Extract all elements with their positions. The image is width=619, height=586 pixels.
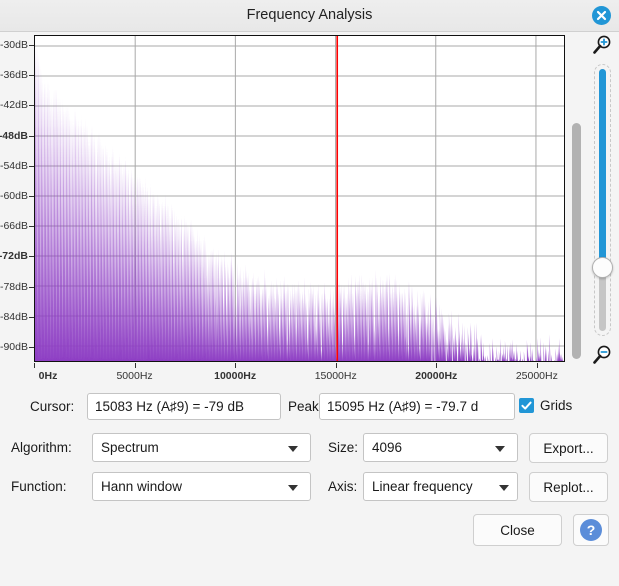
slider-handle[interactable]	[592, 257, 613, 278]
slider-fill	[599, 69, 606, 269]
x-axis-tick	[335, 363, 337, 368]
x-axis-tick-label: 0Hz	[38, 370, 58, 382]
slider-groove	[599, 69, 606, 331]
axis-label: Axis:	[328, 479, 358, 494]
function-label: Function:	[11, 479, 67, 494]
spectrum-area	[35, 44, 564, 361]
readout-row: Cursor: 15083 Hz (A♯9) = -79 dB Peak: 15…	[0, 393, 619, 421]
function-value: Hann window	[101, 479, 183, 494]
y-axis-tick-label: -30dB	[0, 39, 28, 52]
axis-value: Linear frequency	[372, 479, 473, 494]
help-icon: ?	[580, 519, 602, 541]
grids-label: Grids	[540, 398, 573, 413]
size-label: Size:	[328, 440, 359, 455]
y-axis-tick-label: -84dB	[0, 310, 28, 323]
x-axis-tick	[436, 363, 438, 368]
x-axis-tick-label: 10000Hz	[214, 370, 257, 382]
algorithm-label: Algorithm:	[11, 440, 72, 455]
window-title: Frequency Analysis	[246, 7, 373, 23]
plot-vertical-scrollbar[interactable]	[569, 35, 583, 362]
y-axis-tick-label: -66dB	[0, 220, 28, 233]
chevron-down-icon	[499, 484, 509, 491]
spectrum-svg	[35, 36, 564, 361]
x-axis-tick-label: 5000Hz	[116, 370, 153, 382]
spectrum-plot[interactable]	[34, 35, 565, 362]
x-axis-tick-label: 25000Hz	[515, 370, 558, 382]
chevron-down-icon	[288, 445, 298, 452]
close-circle-icon[interactable]	[592, 6, 611, 25]
x-axis-tick	[536, 363, 538, 368]
cursor-value-field[interactable]: 15083 Hz (A♯9) = -79 dB	[87, 393, 281, 420]
function-select[interactable]: Hann window	[92, 472, 311, 501]
x-axis-tick-label: 15000Hz	[314, 370, 357, 382]
cursor-label: Cursor:	[30, 399, 75, 414]
y-axis-tick-label: -78dB	[0, 280, 28, 293]
y-axis-tick-label: -90dB	[0, 340, 28, 353]
x-axis-tick	[235, 363, 237, 368]
size-select[interactable]: 4096	[363, 433, 518, 462]
chevron-down-icon	[288, 484, 298, 491]
algorithm-row: Algorithm: Spectrum Size: 4096 Export...	[0, 433, 619, 463]
dialog-button-row: Close ?	[0, 514, 619, 546]
x-axis-labels: 0Hz 5000Hz 10000Hz 15000Hz 20000Hz 25000Hz	[34, 363, 565, 387]
axis-select[interactable]: Linear frequency	[363, 472, 518, 501]
y-axis-labels: -30dB -36dB -42dB -48dB -54dB -60dB -66dB -72dB…	[0, 35, 34, 362]
close-button[interactable]: Close	[473, 514, 562, 546]
peak-label: Peak:	[288, 399, 323, 414]
magnifier-minus-icon[interactable]	[591, 344, 613, 366]
x-axis-tick	[134, 363, 136, 368]
plot-gridlines	[35, 36, 564, 361]
chevron-down-icon	[495, 445, 505, 452]
x-axis-tick	[34, 363, 35, 368]
algorithm-value: Spectrum	[101, 440, 159, 455]
y-axis-tick-label: -60dB	[0, 189, 28, 202]
scrollbar-thumb[interactable]	[572, 123, 581, 359]
y-axis-tick-label: -54dB	[0, 159, 28, 172]
y-axis-tick-label: -72dB	[0, 250, 28, 263]
y-axis-tick-label: -36dB	[0, 69, 28, 82]
zoom-slider-column	[586, 32, 619, 368]
algorithm-select[interactable]: Spectrum	[92, 433, 311, 462]
export-button[interactable]: Export...	[529, 433, 608, 463]
x-axis-tick-label: 20000Hz	[415, 370, 458, 382]
peak-value-field[interactable]: 15095 Hz (A♯9) = -79.7 d	[319, 393, 515, 420]
size-value: 4096	[372, 440, 403, 455]
vertical-zoom-slider[interactable]	[592, 64, 613, 336]
help-button[interactable]: ?	[573, 514, 609, 546]
title-bar: Frequency Analysis	[0, 0, 619, 32]
magnifier-plus-icon[interactable]	[591, 34, 613, 56]
replot-button[interactable]: Replot...	[529, 472, 608, 502]
y-axis-tick-label: -48dB	[0, 129, 28, 142]
y-axis-tick-label: -42dB	[0, 99, 28, 112]
checkbox-checked-icon	[519, 398, 534, 413]
function-row: Function: Hann window Axis: Linear frequ…	[0, 472, 619, 502]
